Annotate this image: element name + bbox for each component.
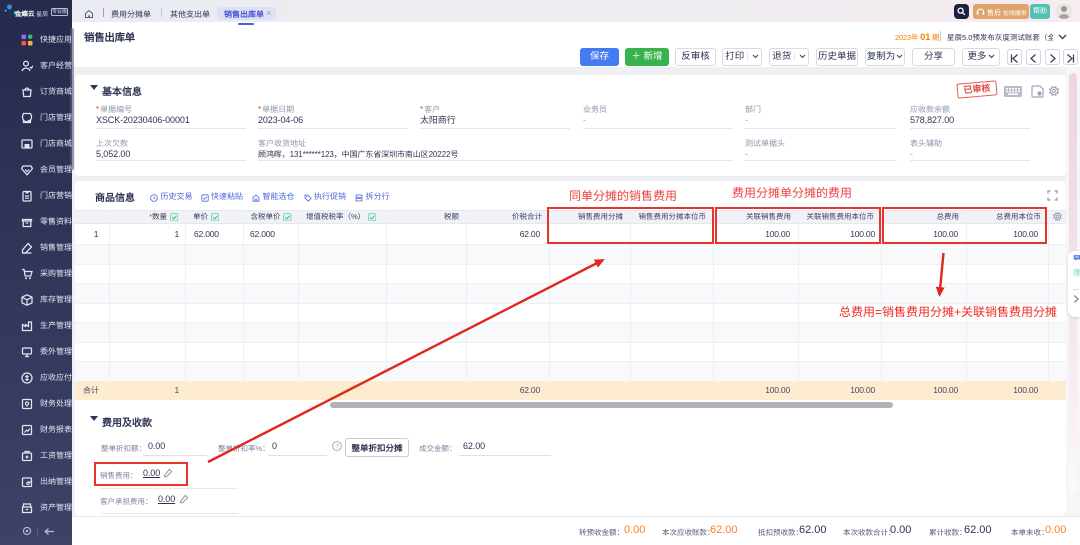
svg-text:?: ? <box>1075 269 1079 276</box>
svg-text:?: ? <box>335 443 339 450</box>
